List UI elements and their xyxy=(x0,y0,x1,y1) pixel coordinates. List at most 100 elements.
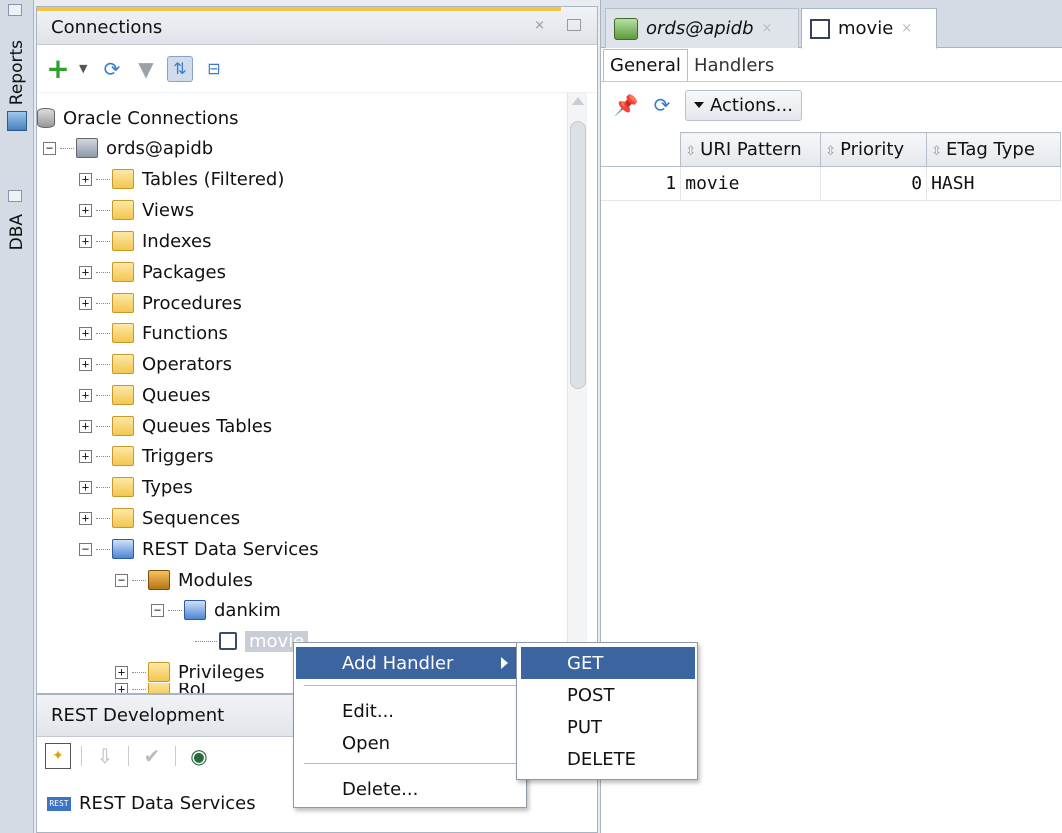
tree-node-tables[interactable]: + Tables (Filtered) xyxy=(79,164,284,194)
expand-toggle-icon[interactable]: + xyxy=(79,326,92,340)
collapse-toggle-icon[interactable]: − xyxy=(43,141,56,155)
expand-toggle-icon[interactable]: + xyxy=(79,388,92,402)
scroll-up-icon[interactable] xyxy=(572,97,584,105)
tree-node-sequences[interactable]: + Sequences xyxy=(79,503,240,533)
menu-item-delete[interactable]: Delete... xyxy=(296,773,524,805)
expand-toggle-icon[interactable]: + xyxy=(115,683,128,693)
dock-float-icon[interactable] xyxy=(8,4,22,16)
tree-node-triggers[interactable]: + Triggers xyxy=(79,441,213,471)
expand-toggle-icon[interactable]: + xyxy=(79,172,92,186)
add-connection-icon[interactable]: + xyxy=(45,52,71,85)
scroll-thumb[interactable] xyxy=(570,121,586,389)
tree-line xyxy=(96,178,110,180)
tree-line xyxy=(96,332,110,334)
tree-node-procedures[interactable]: + Procedures xyxy=(79,288,242,318)
tree-scrollbar[interactable] xyxy=(567,93,587,689)
tree-node-label: Indexes xyxy=(142,230,212,252)
actions-button[interactable]: Actions... xyxy=(685,89,802,121)
submenu-item-get[interactable]: GET xyxy=(521,647,695,679)
collapse-toggle-icon[interactable]: − xyxy=(151,603,164,617)
tab-dba[interactable]: DBA xyxy=(2,214,32,250)
expand-toggle-icon[interactable]: + xyxy=(79,511,92,525)
collapse-toggle-icon[interactable]: − xyxy=(79,542,92,556)
expand-toggle-icon[interactable]: + xyxy=(79,265,92,279)
pin-icon[interactable]: 📌 xyxy=(613,92,639,118)
table-row[interactable]: 1 movie 0 HASH xyxy=(601,166,1061,201)
menu-item-add-handler[interactable]: Add Handler xyxy=(296,647,524,679)
expand-toggle-icon[interactable]: + xyxy=(79,480,92,494)
column-header-label: URI Pattern xyxy=(700,139,802,160)
close-icon[interactable]: × xyxy=(901,21,912,36)
tree-node-types[interactable]: + Types xyxy=(79,472,193,502)
schema-browser-icon[interactable]: ⇅ xyxy=(167,55,193,82)
expand-toggle-icon[interactable]: + xyxy=(115,665,128,679)
menu-item-label: Add Handler xyxy=(342,652,454,674)
tree-node-operators[interactable]: + Operators xyxy=(79,349,232,379)
tree-node-rest-data-services[interactable]: − REST Data Services xyxy=(79,534,319,564)
queues-folder-icon xyxy=(112,385,134,405)
module-icon xyxy=(184,600,206,620)
tree-line xyxy=(96,363,110,365)
uri-pattern-cell[interactable]: movie xyxy=(680,166,822,201)
tree-node-modules[interactable]: − Modules xyxy=(115,565,253,595)
close-icon[interactable]: × xyxy=(762,21,773,36)
submenu-item-put[interactable]: PUT xyxy=(521,711,695,743)
editor-toolbar: 📌 ⟳ Actions... xyxy=(601,82,1062,128)
submenu-item-post[interactable]: POST xyxy=(521,679,695,711)
template-doc-icon xyxy=(810,18,830,39)
tree-line xyxy=(96,517,110,519)
minimize-icon[interactable] xyxy=(567,19,581,31)
connect-icon[interactable]: ◉ xyxy=(186,743,212,769)
tree-node-queues[interactable]: + Queues xyxy=(79,380,211,410)
tree-node-views[interactable]: + Views xyxy=(79,195,194,225)
template-icon xyxy=(219,632,237,650)
tree-node-roles-partial[interactable]: + Rol xyxy=(115,683,206,693)
refresh-icon[interactable]: ⟳ xyxy=(99,56,125,82)
tree-node-module-dankim[interactable]: − dankim xyxy=(151,595,281,625)
tree-node-packages[interactable]: + Packages xyxy=(79,257,226,287)
handlers-table: ⇳ URI Pattern ⇳ Priority ⇳ ETag Type 1 movi… xyxy=(601,132,1061,201)
upload-icon[interactable]: ⇩ xyxy=(92,743,118,769)
priority-cell[interactable]: 0 xyxy=(820,166,928,201)
connections-toolbar: + ▼ ⟳ ▼ ⇅ ⊟ xyxy=(37,45,597,93)
tab-movie[interactable]: movie × xyxy=(801,8,937,49)
tab-label: movie xyxy=(838,18,894,39)
expand-toggle-icon[interactable]: + xyxy=(79,296,92,310)
tree-connection-ords[interactable]: − ords@apidb xyxy=(43,133,213,163)
tab-ords-apidb[interactable]: ords@apidb × xyxy=(605,8,799,48)
tree-line xyxy=(96,302,110,304)
column-header-etag-type[interactable]: ⇳ ETag Type xyxy=(926,132,1061,167)
menu-item-open[interactable]: Open xyxy=(296,727,524,759)
column-header-priority[interactable]: ⇳ Priority xyxy=(820,132,928,167)
filter-icon[interactable]: ▼ xyxy=(133,56,159,82)
expand-toggle-icon[interactable]: + xyxy=(79,357,92,371)
etag-type-cell[interactable]: HASH xyxy=(926,166,1061,201)
validate-icon[interactable]: ✔ xyxy=(139,743,165,769)
subtab-general[interactable]: General xyxy=(603,49,688,81)
menu-item-edit[interactable]: Edit... xyxy=(296,695,524,727)
expand-toggle-icon[interactable]: + xyxy=(79,419,92,433)
close-icon[interactable]: × xyxy=(534,18,545,33)
refresh-icon[interactable]: ⟳ xyxy=(649,92,675,118)
expand-toggle-icon[interactable]: + xyxy=(79,449,92,463)
new-icon[interactable]: ✦ xyxy=(45,743,71,769)
tree-node-label: Views xyxy=(142,199,195,221)
expand-toggle-icon[interactable]: + xyxy=(79,234,92,248)
tab-reports[interactable]: Reports xyxy=(2,40,32,132)
subtab-handlers[interactable]: Handlers xyxy=(688,50,780,81)
tab-label: ords@apidb xyxy=(646,18,754,39)
rest-data-services-item[interactable]: REST REST Data Services xyxy=(47,793,256,814)
tree-node-template-movie[interactable]: movie xyxy=(195,626,309,656)
expand-toggle-icon[interactable]: + xyxy=(79,203,92,217)
submenu-item-delete[interactable]: DELETE xyxy=(521,743,695,775)
row-number-cell: 1 xyxy=(601,166,682,201)
tree-node-functions[interactable]: + Functions xyxy=(79,318,228,348)
chevron-down-icon[interactable]: ▼ xyxy=(79,62,91,75)
tree-node-queues-tables[interactable]: + Queues Tables xyxy=(79,411,272,441)
tree-node-indexes[interactable]: + Indexes xyxy=(79,226,211,256)
dock-float-icon-2[interactable] xyxy=(8,190,22,202)
collapse-icon[interactable]: ⊟ xyxy=(201,56,227,82)
collapse-toggle-icon[interactable]: − xyxy=(115,573,128,587)
tree-root-oracle-connections[interactable]: Oracle Connections xyxy=(37,103,239,133)
column-header-uri-pattern[interactable]: ⇳ URI Pattern xyxy=(680,132,822,167)
